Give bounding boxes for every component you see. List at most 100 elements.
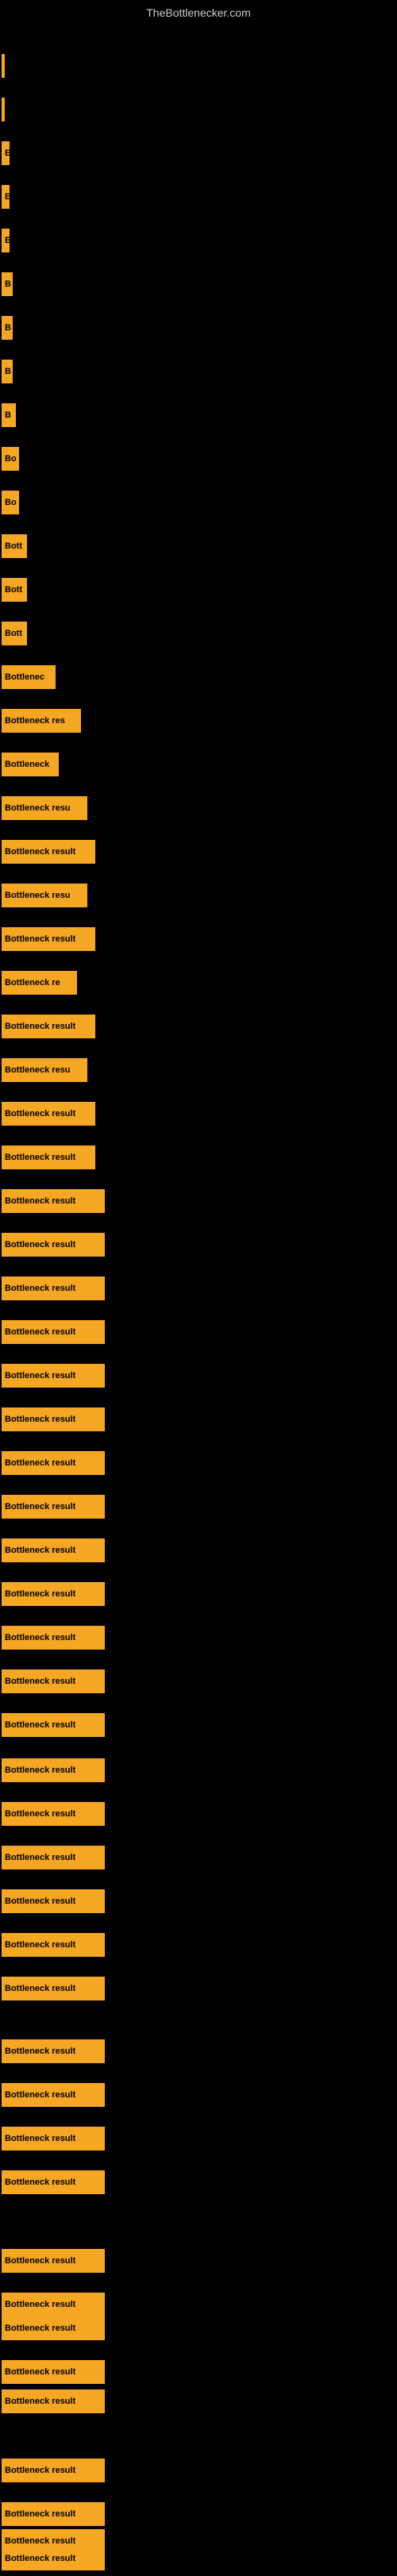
bar-row: Bottleneck resu: [0, 1052, 397, 1088]
bar-label: Bottleneck result: [5, 1940, 75, 1950]
bar-block: Bo: [2, 491, 19, 514]
bar-block: Bottleneck result: [2, 2360, 105, 2384]
bar-label: Bottleneck result: [5, 1546, 75, 1555]
bar-label: Bottleneck result: [5, 1809, 75, 1819]
bar-block: Bottleneck result: [2, 1102, 95, 1126]
bar-block: Bottleneck result: [2, 1407, 105, 1431]
bar-row: Bottleneck result: [0, 1488, 397, 1524]
bar-block: Bottleneck result: [2, 840, 95, 864]
bar-block: Bottleneck result: [2, 1276, 105, 1300]
bar-row: Bottleneck result: [0, 1270, 397, 1306]
bar-label: Bottleneck result: [5, 1284, 75, 1293]
bar-label: Bottleneck re: [5, 978, 60, 988]
bar-block: Bottleneck result: [2, 2389, 105, 2413]
bar-block: Bottleneck result: [2, 2547, 105, 2570]
bar-block: Bottleneck result: [2, 1933, 105, 1957]
bar-block: Bottleneck result: [2, 1669, 105, 1693]
bar-block: Bottleneck result: [2, 1233, 105, 1257]
bar-row: Bottleneck result: [0, 1576, 397, 1611]
bar-row: Bottleneck result: [0, 1139, 397, 1175]
bar-block: Bottleneck result: [2, 1015, 95, 1038]
bar-block: Bottleneck result: [2, 2083, 105, 2107]
bar-row: Bottleneck result: [0, 1619, 397, 1655]
bar-label: Bottleneck result: [5, 934, 75, 944]
bar-row: Bottleneck result: [0, 1707, 397, 1742]
bar-row: E: [0, 222, 397, 258]
bar-label: Bo: [5, 498, 17, 507]
bar-row: Bottleneck result: [0, 2310, 397, 2346]
bar-block: B: [2, 272, 13, 296]
bar-label: Bottleneck result: [5, 2300, 75, 2309]
bar-row: Bott: [0, 615, 397, 651]
bar-label: Bottleneck result: [5, 1371, 75, 1380]
bar-block: Bo: [2, 447, 19, 471]
bar-row: Bottleneck result: [0, 2120, 397, 2156]
bar-row: Bottleneck resu: [0, 790, 397, 826]
bar-block: Bottleneck result: [2, 1538, 105, 1562]
bar-block: Bottleneck resu: [2, 796, 87, 820]
bar-label: Bottleneck result: [5, 1109, 75, 1119]
bar-block: Bottleneck result: [2, 1582, 105, 1606]
bar-label: Bottleneck resu: [5, 1065, 71, 1075]
bar-label: Bottleneck result: [5, 1415, 75, 1424]
bar-row: Bottlenec: [0, 659, 397, 695]
bar-block: Bottleneck result: [2, 2502, 105, 2526]
bar-label: Bottleneck result: [5, 1720, 75, 1730]
bar-block: Bottleneck result: [2, 1889, 105, 1913]
bar-block: [2, 54, 5, 78]
bar-row: Bottleneck: [0, 746, 397, 782]
bar-label: Bottleneck result: [5, 1240, 75, 1249]
bar-block: Bottleneck result: [2, 1626, 105, 1650]
bar-label: Bottleneck result: [5, 2554, 75, 2563]
bar-block: Bott: [2, 534, 27, 558]
bar-label: Bottleneck result: [5, 2466, 75, 2475]
bar-label: Bottleneck resu: [5, 803, 71, 813]
bar-label: Bottleneck result: [5, 1458, 75, 1468]
bar-label: B: [5, 367, 11, 376]
bar-block: Bottleneck result: [2, 1364, 105, 1388]
bar-label: E: [5, 148, 10, 158]
bar-label: Bott: [5, 629, 22, 638]
bar-label: Bottleneck result: [5, 2256, 75, 2266]
bar-label: Bottleneck res: [5, 716, 65, 726]
bar-row: Bottleneck result: [0, 2243, 397, 2278]
bar-row: Bottleneck result: [0, 2383, 397, 2419]
bar-label: Bottleneck result: [5, 1896, 75, 1906]
bar-block: E: [2, 185, 10, 209]
bar-row: Bottleneck result: [0, 1095, 397, 1131]
bar-block: B: [2, 316, 13, 340]
bar-label: Bottleneck result: [5, 2090, 75, 2100]
bar-block: Bottleneck result: [2, 1146, 95, 1169]
bar-block: Bottleneck result: [2, 927, 95, 951]
bar-row: Bottleneck result: [0, 1357, 397, 1393]
bar-block: Bottleneck result: [2, 1977, 105, 2000]
bar-label: E: [5, 192, 10, 202]
bar-label: Bo: [5, 454, 17, 464]
bar-row: B: [0, 397, 397, 433]
bar-block: Bottleneck resu: [2, 1058, 87, 1082]
bar-block: Bott: [2, 622, 27, 645]
bar-row: Bott: [0, 572, 397, 607]
bar-label: Bott: [5, 541, 22, 551]
bar-label: Bottleneck result: [5, 1853, 75, 1862]
bar-label: B: [5, 410, 11, 420]
bar-label: Bottleneck result: [5, 2397, 75, 2406]
bar-row: Bottleneck resu: [0, 877, 397, 913]
bar-block: Bottleneck result: [2, 1758, 105, 1782]
bar-block: Bottleneck result: [2, 1802, 105, 1826]
bar-row: Bottleneck result: [0, 1752, 397, 1788]
bar-block: Bottleneck result: [2, 1713, 105, 1737]
bar-row: [0, 48, 397, 83]
bar-row: Bottleneck result: [0, 1883, 397, 1919]
bar-block: Bottleneck result: [2, 2249, 105, 2273]
bar-row: Bottleneck result: [0, 1532, 397, 1568]
bar-block: E: [2, 141, 10, 165]
bar-row: Bo: [0, 484, 397, 520]
bar-row: [0, 91, 397, 127]
bar-label: Bottleneck result: [5, 2367, 75, 2377]
bar-block: Bottleneck result: [2, 2170, 105, 2194]
bar-block: Bottleneck resu: [2, 884, 87, 907]
bar-row: Bottleneck result: [0, 1314, 397, 1350]
bar-label: E: [5, 236, 10, 245]
bar-row: Bottleneck result: [0, 1970, 397, 2006]
